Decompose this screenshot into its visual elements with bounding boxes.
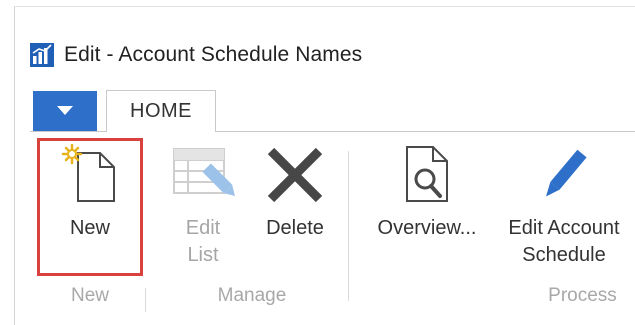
tab-home[interactable]: HOME bbox=[106, 90, 216, 132]
edit-account-schedule-label-line2: Schedule bbox=[522, 244, 606, 266]
chevron-down-icon bbox=[57, 106, 73, 115]
group-label-process: Process bbox=[548, 285, 617, 306]
app-menu-button[interactable] bbox=[33, 91, 97, 131]
overview-button[interactable]: Overview... bbox=[368, 133, 486, 242]
tab-strip: HOME bbox=[30, 90, 635, 132]
edit-account-schedule-label-line1: Edit Account bbox=[508, 217, 620, 239]
window-title: Edit - Account Schedule Names bbox=[64, 43, 363, 66]
title-bar: Edit - Account Schedule Names bbox=[30, 40, 362, 70]
edit-list-label-line2: List bbox=[187, 244, 219, 266]
pencil-icon bbox=[546, 149, 587, 197]
edit-list-icon bbox=[173, 148, 235, 196]
chart-icon bbox=[30, 43, 54, 67]
ribbon: New Edit List Delete Overview... Edit Ac… bbox=[30, 133, 635, 325]
group-label-manage: Manage bbox=[217, 285, 287, 306]
edit-account-schedule-button[interactable]: Edit Account Schedule bbox=[493, 133, 635, 269]
document-search-icon bbox=[406, 146, 448, 202]
edit-list-label-line1: Edit bbox=[185, 217, 221, 239]
edit-list-button[interactable]: Edit List bbox=[166, 133, 240, 269]
delete-button-label: Delete bbox=[266, 217, 324, 239]
delete-button[interactable]: Delete bbox=[252, 133, 338, 242]
delete-x-icon bbox=[267, 147, 323, 203]
overview-button-label: Overview... bbox=[377, 217, 477, 239]
group-label-new: New bbox=[70, 285, 109, 306]
highlight-box bbox=[37, 138, 143, 276]
